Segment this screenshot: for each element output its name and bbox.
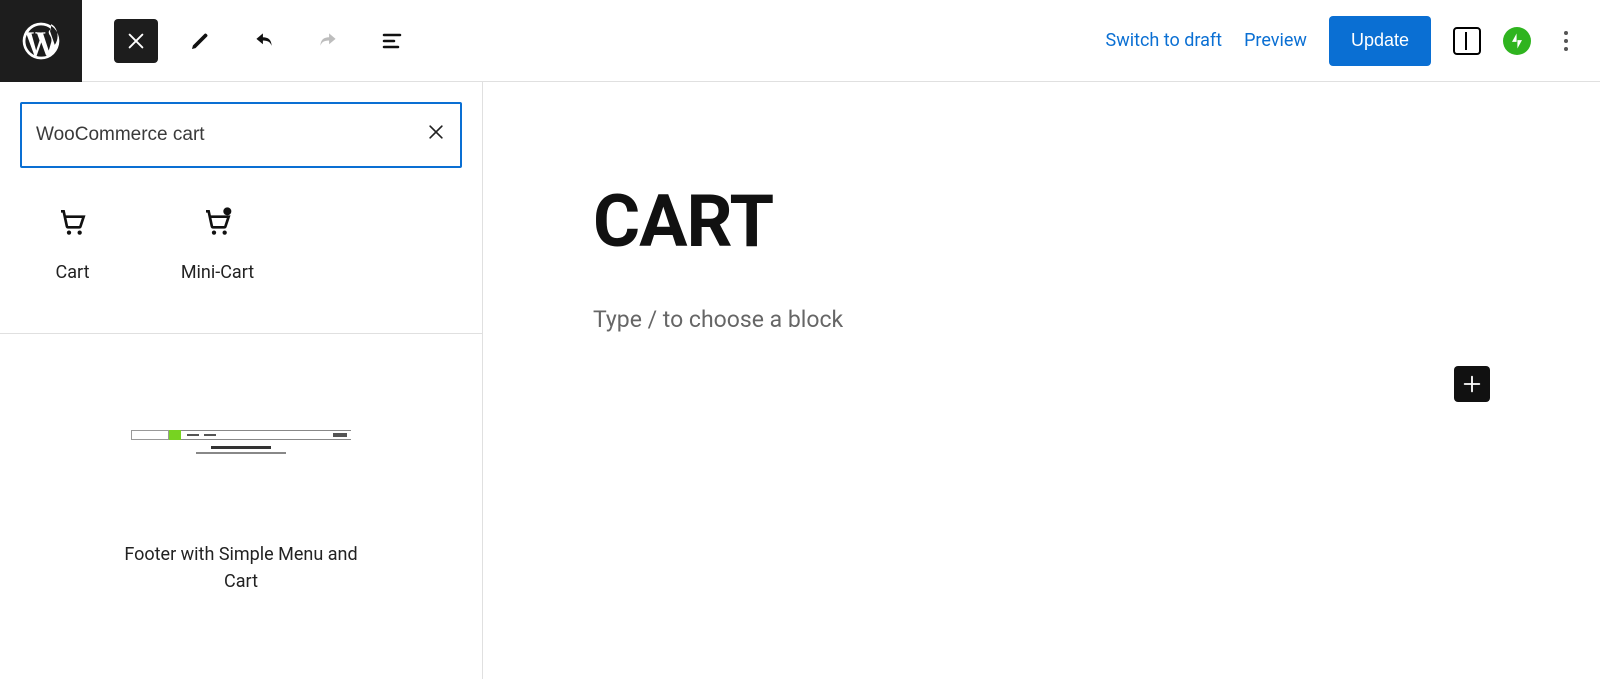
close-icon bbox=[125, 30, 147, 52]
block-item-cart[interactable]: Cart bbox=[0, 206, 145, 283]
jetpack-icon bbox=[1507, 31, 1527, 51]
block-inserter-panel: Cart Mini-Cart bbox=[0, 82, 483, 679]
page-title[interactable]: CART bbox=[593, 186, 1490, 258]
mini-cart-icon bbox=[202, 206, 234, 238]
block-label: Mini-Cart bbox=[181, 262, 254, 283]
document-overview-button[interactable] bbox=[370, 19, 414, 63]
settings-sidebar-toggle[interactable] bbox=[1453, 27, 1481, 55]
switch-to-draft-link[interactable]: Switch to draft bbox=[1106, 30, 1223, 51]
pattern-results: Footer with Simple Menu and Cart bbox=[0, 334, 482, 679]
cart-icon bbox=[57, 206, 89, 238]
block-search bbox=[20, 102, 462, 168]
pencil-icon bbox=[188, 29, 212, 53]
wordpress-icon bbox=[19, 19, 63, 63]
preview-link[interactable]: Preview bbox=[1244, 30, 1307, 51]
redo-icon bbox=[315, 28, 341, 54]
toolbar-right: Switch to draft Preview Update bbox=[1106, 16, 1600, 66]
block-placeholder[interactable]: Type / to choose a block bbox=[593, 306, 1490, 333]
block-label: Cart bbox=[56, 262, 90, 283]
block-search-input[interactable] bbox=[36, 124, 426, 146]
top-bar: Switch to draft Preview Update bbox=[0, 0, 1600, 82]
toolbar-left bbox=[82, 19, 414, 63]
update-button[interactable]: Update bbox=[1329, 16, 1431, 66]
close-inserter-button[interactable] bbox=[114, 19, 158, 63]
options-menu[interactable] bbox=[1553, 31, 1578, 51]
redo-button[interactable] bbox=[306, 19, 350, 63]
block-item-mini-cart[interactable]: Mini-Cart bbox=[145, 206, 290, 283]
plus-icon bbox=[1461, 373, 1483, 395]
undo-icon bbox=[251, 28, 277, 54]
block-results: Cart Mini-Cart bbox=[0, 188, 482, 333]
clear-search-icon[interactable] bbox=[426, 122, 446, 148]
pattern-thumbnail[interactable] bbox=[131, 424, 351, 479]
pattern-label: Footer with Simple Menu and Cart bbox=[111, 541, 371, 595]
tools-button[interactable] bbox=[178, 19, 222, 63]
list-view-icon bbox=[380, 29, 404, 53]
wordpress-logo[interactable] bbox=[0, 0, 82, 82]
add-block-button[interactable] bbox=[1454, 366, 1490, 402]
editor-canvas[interactable]: CART Type / to choose a block bbox=[483, 82, 1600, 679]
undo-button[interactable] bbox=[242, 19, 286, 63]
jetpack-button[interactable] bbox=[1503, 27, 1531, 55]
